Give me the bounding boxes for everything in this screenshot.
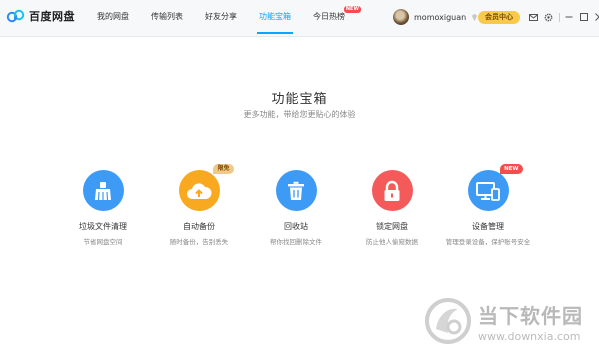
tab-toolbox[interactable]: 功能宝箱 — [257, 0, 293, 36]
tool-name: 垃圾文件清理 — [79, 222, 127, 231]
downxia-logo-icon — [425, 298, 471, 344]
main-nav: 我的网盘 传输列表 好友分享 功能宝箱 今日热榜 NEW — [97, 0, 367, 36]
tool-icon-circle[interactable] — [371, 170, 413, 211]
tab-hot-today[interactable]: 今日热榜 NEW — [313, 0, 361, 36]
tool-icon-circle[interactable]: NEW — [467, 164, 523, 211]
watermark: 当下软件园 www.downxia.com — [424, 297, 583, 345]
divider — [559, 12, 560, 22]
tool-name: 设备管理 — [472, 222, 504, 231]
tool-icon-circle[interactable] — [82, 170, 124, 211]
close-icon[interactable] — [594, 12, 599, 22]
vip-center-button[interactable]: 会员中心 — [478, 11, 520, 24]
page-subtitle: 更多功能，带给您更贴心的体验 — [243, 110, 356, 119]
title-bar: 百度网盘 我的网盘 传输列表 好友分享 功能宝箱 今日热榜 NEW momoxi… — [0, 0, 599, 37]
trash-icon — [288, 181, 304, 200]
tool-name: 锁定网盘 — [376, 222, 408, 231]
tool-desc: 管理登录设备，保护账号安全 — [445, 238, 531, 246]
tool-junk-cleanup[interactable]: 垃圾文件清理 节省网盘空间 — [55, 170, 151, 246]
new-badge: NEW — [343, 6, 361, 13]
free-limited-tag: 限免 — [213, 164, 234, 174]
cloud-upload-icon — [187, 182, 212, 199]
tool-recycle-bin[interactable]: 回收站 帮你找回删除文件 — [248, 170, 344, 246]
tool-desc: 随时备份，告别丢失 — [169, 238, 229, 246]
broom-icon — [95, 181, 111, 200]
tab-friend-share[interactable]: 好友分享 — [205, 0, 237, 36]
watermark-url: www.downxia.com — [478, 329, 581, 343]
tool-name: 自动备份 — [183, 222, 215, 231]
minimize-icon[interactable] — [564, 12, 574, 22]
tool-desc: 帮你找回删除文件 — [270, 238, 322, 246]
window-controls — [528, 12, 599, 22]
tool-desc: 节省网盘空间 — [83, 238, 123, 246]
brand: 百度网盘 — [6, 8, 75, 24]
lock-icon — [384, 180, 400, 201]
mail-icon[interactable] — [528, 12, 538, 22]
devices-icon — [476, 181, 500, 201]
tool-icon-circle[interactable]: 限免 — [178, 164, 234, 211]
tab-transfer-list[interactable]: 传输列表 — [151, 0, 183, 36]
baidu-netdisk-logo-icon — [6, 9, 25, 23]
watermark-name: 当下软件园 — [478, 303, 583, 328]
tab-my-netdisk[interactable]: 我的网盘 — [97, 0, 129, 36]
tool-device-management[interactable]: NEW 设备管理 管理登录设备，保护账号安全 — [440, 164, 536, 246]
username[interactable]: momoxiguan — [414, 13, 466, 22]
app-name: 百度网盘 — [29, 10, 75, 23]
tab-hot-today-label: 今日热榜 — [313, 12, 345, 21]
maximize-icon[interactable] — [579, 12, 589, 22]
page-title: 功能宝箱 — [271, 92, 328, 107]
tool-auto-backup[interactable]: 限免 自动备份 随时备份，告别丢失 — [151, 164, 247, 246]
tool-icon-circle[interactable] — [275, 170, 317, 211]
watermark-text: 当下软件园 www.downxia.com — [478, 300, 583, 343]
tool-name: 回收站 — [284, 222, 308, 231]
gear-icon[interactable] — [543, 12, 553, 22]
new-badge: NEW — [500, 164, 523, 174]
avatar[interactable] — [393, 9, 409, 25]
tool-lock-netdisk[interactable]: 锁定网盘 防止他人偷窥数据 — [344, 170, 440, 246]
tool-desc: 防止他人偷窥数据 — [366, 238, 418, 246]
user-area[interactable]: momoxiguan — [393, 9, 479, 25]
